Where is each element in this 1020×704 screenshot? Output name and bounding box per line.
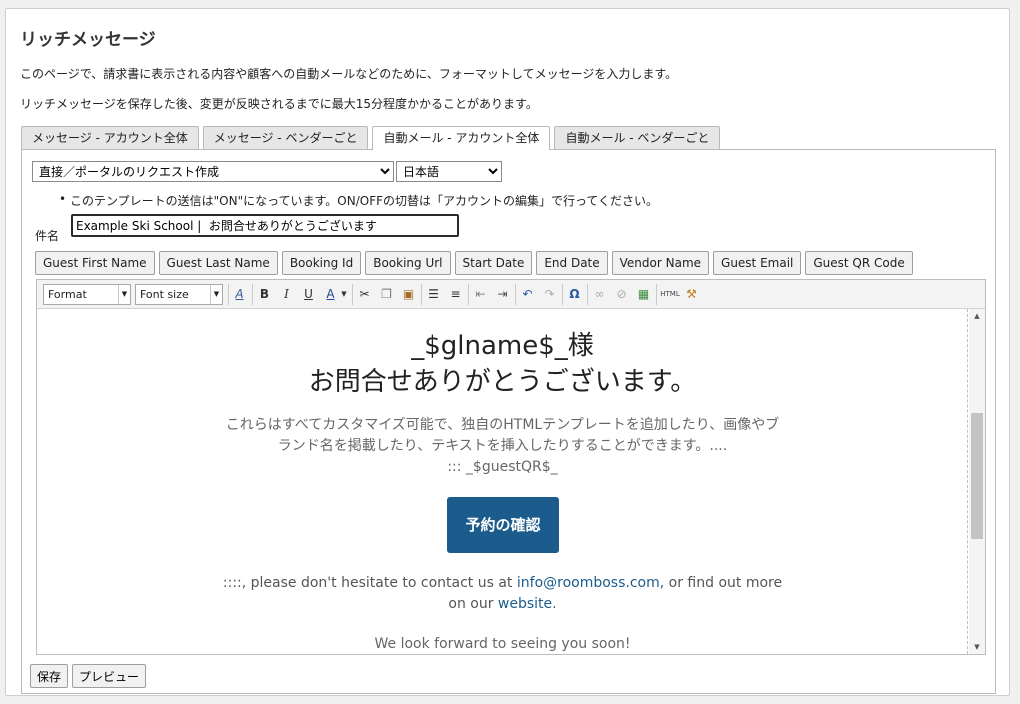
language-select[interactable]: 日本語 (396, 161, 502, 182)
template-select[interactable]: 直接／ポータルのリクエスト作成 (32, 161, 394, 182)
scroll-down-arrow[interactable]: ▼ (969, 640, 985, 654)
confirm-booking-button[interactable]: 予約の確認 (447, 497, 559, 553)
bullet: • (59, 192, 67, 206)
rich-text-editor: Format ▼ Font size ▼ A B I U A ▼ ✂ ❐ ▣ ☰… (36, 279, 986, 655)
scroll-thumb[interactable] (971, 413, 983, 539)
chevron-down-icon[interactable]: ▼ (339, 285, 349, 304)
body-text: これらはすべてカスタマイズ可能で、独自のHTMLテンプレートを追加したり、画像や… (220, 415, 785, 478)
scroll-up-arrow[interactable]: ▲ (969, 309, 985, 323)
outdent-icon[interactable]: ⇤ (471, 285, 490, 304)
booking-url-button[interactable]: Booking Url (365, 251, 451, 275)
contact-text: ::::, please don't hesitate to contact u… (220, 573, 785, 615)
toolbar-separator (562, 284, 563, 305)
contact-prefix: ::::, please don't hesitate to contact u… (222, 575, 517, 591)
html-icon[interactable]: HTML (659, 285, 681, 304)
closing-line: We look forward to seeing you soon! (374, 636, 631, 652)
tab-automail-vendor[interactable]: 自動メール - ベンダーごと (554, 126, 721, 149)
contact-suffix: . (552, 596, 557, 612)
preview-button[interactable]: プレビュー (72, 664, 147, 688)
redo-icon[interactable]: ↷ (540, 285, 559, 304)
subject-input[interactable] (71, 214, 459, 237)
email-link[interactable]: info@roomboss.com (517, 575, 660, 591)
toolbar-separator (468, 284, 469, 305)
booking-id-button[interactable]: Booking Id (281, 251, 362, 275)
subject-label: 件名 (35, 229, 60, 243)
editor-scrollbar[interactable]: ▲ ▼ (969, 309, 985, 654)
editor-toolbar: Format ▼ Font size ▼ A B I U A ▼ ✂ ❐ ▣ ☰… (37, 280, 985, 309)
vendor-name-button[interactable]: Vendor Name (611, 251, 710, 275)
format-dropdown[interactable]: Format ▼ (43, 284, 131, 305)
toolbar-separator (656, 284, 657, 305)
underline-icon[interactable]: U (299, 285, 318, 304)
body-paragraph: これらはすべてカスタマイズ可能で、独自のHTMLテンプレートを追加したり、画像や… (225, 417, 780, 454)
guest-last-name-button[interactable]: Guest Last Name (158, 251, 278, 275)
special-char-icon[interactable]: Ω (565, 285, 584, 304)
toolbar-separator (421, 284, 422, 305)
send-status-note: • このテンプレートの送信は"ON"になっています。ON/OFFの切替は「アカウ… (59, 192, 659, 209)
save-button[interactable]: 保存 (30, 664, 69, 688)
toolbar-separator (515, 284, 516, 305)
clean-icon[interactable]: ⚒ (682, 285, 701, 304)
guest-qr-code-button[interactable]: Guest QR Code (805, 251, 913, 275)
toolbar-separator (228, 284, 229, 305)
editor-content[interactable]: _$glname$_様 お問合せありがとうございます。 これらはすべてカスタマイ… (37, 309, 968, 654)
placeholder-buttons: Guest First Name Guest Last Name Booking… (35, 251, 913, 275)
page-title: リッチメッセージ (20, 30, 156, 50)
start-date-button[interactable]: Start Date (454, 251, 533, 275)
guest-email-button[interactable]: Guest Email (713, 251, 802, 275)
toolbar-separator (352, 284, 353, 305)
tab-panel: 直接／ポータルのリクエスト作成 日本語 • このテンプレートの送信は"ON"にな… (21, 149, 996, 694)
format-label: Format (48, 288, 87, 301)
copy-icon[interactable]: ❐ (377, 285, 396, 304)
font-size-dropdown[interactable]: Font size ▼ (135, 284, 223, 305)
guest-first-name-button[interactable]: Guest First Name (35, 251, 155, 275)
end-date-button[interactable]: End Date (536, 251, 608, 275)
page-description: このページで、請求書に表示される内容や顧客への自動メールなどのために、フォーマッ… (20, 67, 678, 81)
numbered-list-icon[interactable]: ≡ (446, 285, 465, 304)
qr-placeholder: ::: _$guestQR$_ (447, 459, 558, 475)
font-color-icon[interactable]: A (321, 285, 340, 304)
tab-bar: メッセージ - アカウント全体 メッセージ - ベンダーごと 自動メール - ア… (21, 126, 721, 150)
link-icon[interactable]: ∞ (590, 285, 609, 304)
toolbar-separator (252, 284, 253, 305)
rich-message-panel: リッチメッセージ このページで、請求書に表示される内容や顧客への自動メールなどの… (5, 8, 1010, 696)
chevron-down-icon: ▼ (118, 285, 130, 304)
bullet-list-icon[interactable]: ☰ (424, 285, 443, 304)
image-icon[interactable]: ▦ (634, 285, 653, 304)
tab-message-account[interactable]: メッセージ - アカウント全体 (21, 126, 199, 149)
unlink-icon[interactable]: ⊘ (612, 285, 631, 304)
font-size-label: Font size (140, 288, 189, 301)
paste-icon[interactable]: ▣ (399, 285, 418, 304)
thanks-line: お問合せありがとうございます。 (308, 367, 697, 397)
italic-icon[interactable]: I (277, 285, 296, 304)
toolbar-separator (587, 284, 588, 305)
undo-icon[interactable]: ↶ (518, 285, 537, 304)
guest-name-line: _$glname$_様 (411, 331, 594, 361)
text-color-icon[interactable]: A (230, 285, 249, 304)
tab-message-vendor[interactable]: メッセージ - ベンダーごと (202, 126, 369, 149)
send-status-text: このテンプレートの送信は"ON"になっています。ON/OFFの切替は「アカウント… (70, 194, 659, 208)
bold-icon[interactable]: B (255, 285, 274, 304)
indent-icon[interactable]: ⇥ (493, 285, 512, 304)
page-note: リッチメッセージを保存した後、変更が反映されるまでに最大15分程度かかることがあ… (20, 97, 538, 111)
website-link[interactable]: website (498, 596, 552, 612)
tab-automail-account[interactable]: 自動メール - アカウント全体 (372, 126, 551, 150)
cut-icon[interactable]: ✂ (355, 285, 374, 304)
chevron-down-icon: ▼ (210, 285, 222, 304)
